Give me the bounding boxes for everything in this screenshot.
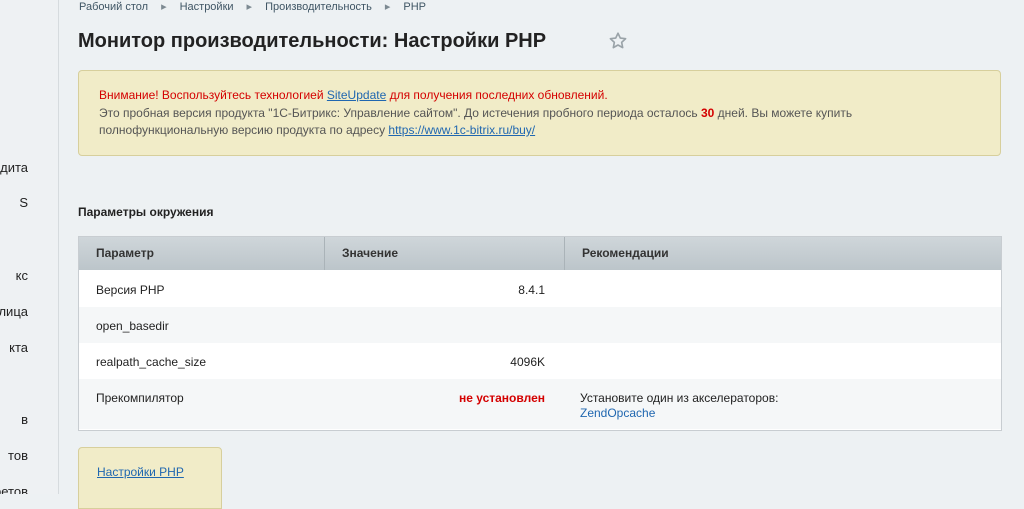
sidebar-item[interactable]: кс	[16, 268, 28, 283]
param-name: Версия PHP	[96, 283, 165, 297]
sidebar-item[interactable]: S	[19, 195, 28, 210]
breadcrumb: Рабочий стол ▸ Настройки ▸ Производительност…	[79, 0, 426, 13]
param-value: 8.4.1	[518, 283, 545, 297]
breadcrumb-performance[interactable]: Производительность	[265, 1, 372, 13]
column-header-recommendations: Рекомендации	[564, 237, 1001, 270]
chevron-right-icon: ▸	[384, 1, 391, 13]
breadcrumb-settings[interactable]: Настройки	[180, 1, 234, 13]
chevron-right-icon: ▸	[246, 1, 253, 13]
star-icon[interactable]	[607, 30, 629, 52]
sidebar-item[interactable]: кта	[9, 340, 28, 355]
table-header: Параметр Значение Рекомендации	[79, 237, 1001, 270]
notice-line-3: полнофункциональную версию продукта по а…	[99, 123, 535, 137]
param-value: 4096K	[510, 355, 545, 369]
buy-text: полнофункциональную версию продукта по а…	[99, 123, 389, 137]
notice-line-1: Внимание! Воспользуйтесь технологией Sit…	[99, 88, 608, 102]
notice-warning-suffix: для получения последних обновлений.	[386, 88, 608, 102]
param-value-warning: не установлен	[458, 391, 545, 405]
sidebar-item[interactable]: ретов	[0, 484, 28, 494]
trial-notice: Внимание! Воспользуйтесь технологией Sit…	[78, 70, 1001, 156]
zendopcache-link[interactable]: ZendOpcache	[580, 406, 655, 420]
env-params-table: Параметр Значение Рекомендации Версия PH…	[78, 236, 1002, 431]
siteupdate-link[interactable]: SiteUpdate	[327, 88, 386, 102]
table-row: realpath_cache_size 4096K	[79, 343, 1001, 379]
notice-line-2: Это пробная версия продукта "1С-Битрикс:…	[99, 106, 852, 120]
sidebar-item[interactable]: лица	[0, 304, 28, 319]
trial-days-count: 30	[700, 106, 715, 120]
php-settings-tab[interactable]: Настройки PHP	[78, 447, 222, 509]
sidebar-item[interactable]: в	[21, 412, 28, 427]
param-name: Прекомпилятор	[96, 391, 184, 405]
main-content: Рабочий стол ▸ Настройки ▸ Производительност…	[58, 0, 1024, 509]
trial-text: Это пробная версия продукта "1С-Битрикс:…	[99, 106, 701, 120]
section-title: Параметры окружения	[78, 205, 214, 219]
breadcrumb-php[interactable]: PHP	[403, 1, 426, 13]
table-row: Прекомпилятор не установлен Установите о…	[79, 379, 1001, 429]
param-name: open_basedir	[96, 319, 169, 333]
chevron-right-icon: ▸	[161, 1, 167, 13]
page-title: Монитор производительности: Настройки PH…	[78, 30, 547, 52]
table-row: open_basedir	[79, 307, 1001, 343]
php-settings-link[interactable]: Настройки PHP	[97, 465, 184, 479]
notice-warning-text: Внимание! Воспользуйтесь технологией	[99, 88, 327, 102]
sidebar-item[interactable]: дита	[0, 160, 28, 175]
left-sidebar: дита S кс лица кта в тов ретов	[0, 0, 59, 494]
param-name: realpath_cache_size	[96, 355, 207, 369]
recommendation-text: Установите один из акселераторов:	[580, 391, 779, 405]
breadcrumb-desktop[interactable]: Рабочий стол	[79, 1, 148, 13]
table-row: Версия PHP 8.4.1	[79, 271, 1001, 307]
buy-link[interactable]: https://www.1c-bitrix.ru/buy/	[388, 123, 535, 137]
column-header-param: Параметр	[96, 246, 154, 260]
trial-text-suffix: дней. Вы можете купить	[714, 106, 853, 120]
column-header-value: Значение	[324, 237, 564, 270]
sidebar-item[interactable]: тов	[8, 448, 28, 463]
